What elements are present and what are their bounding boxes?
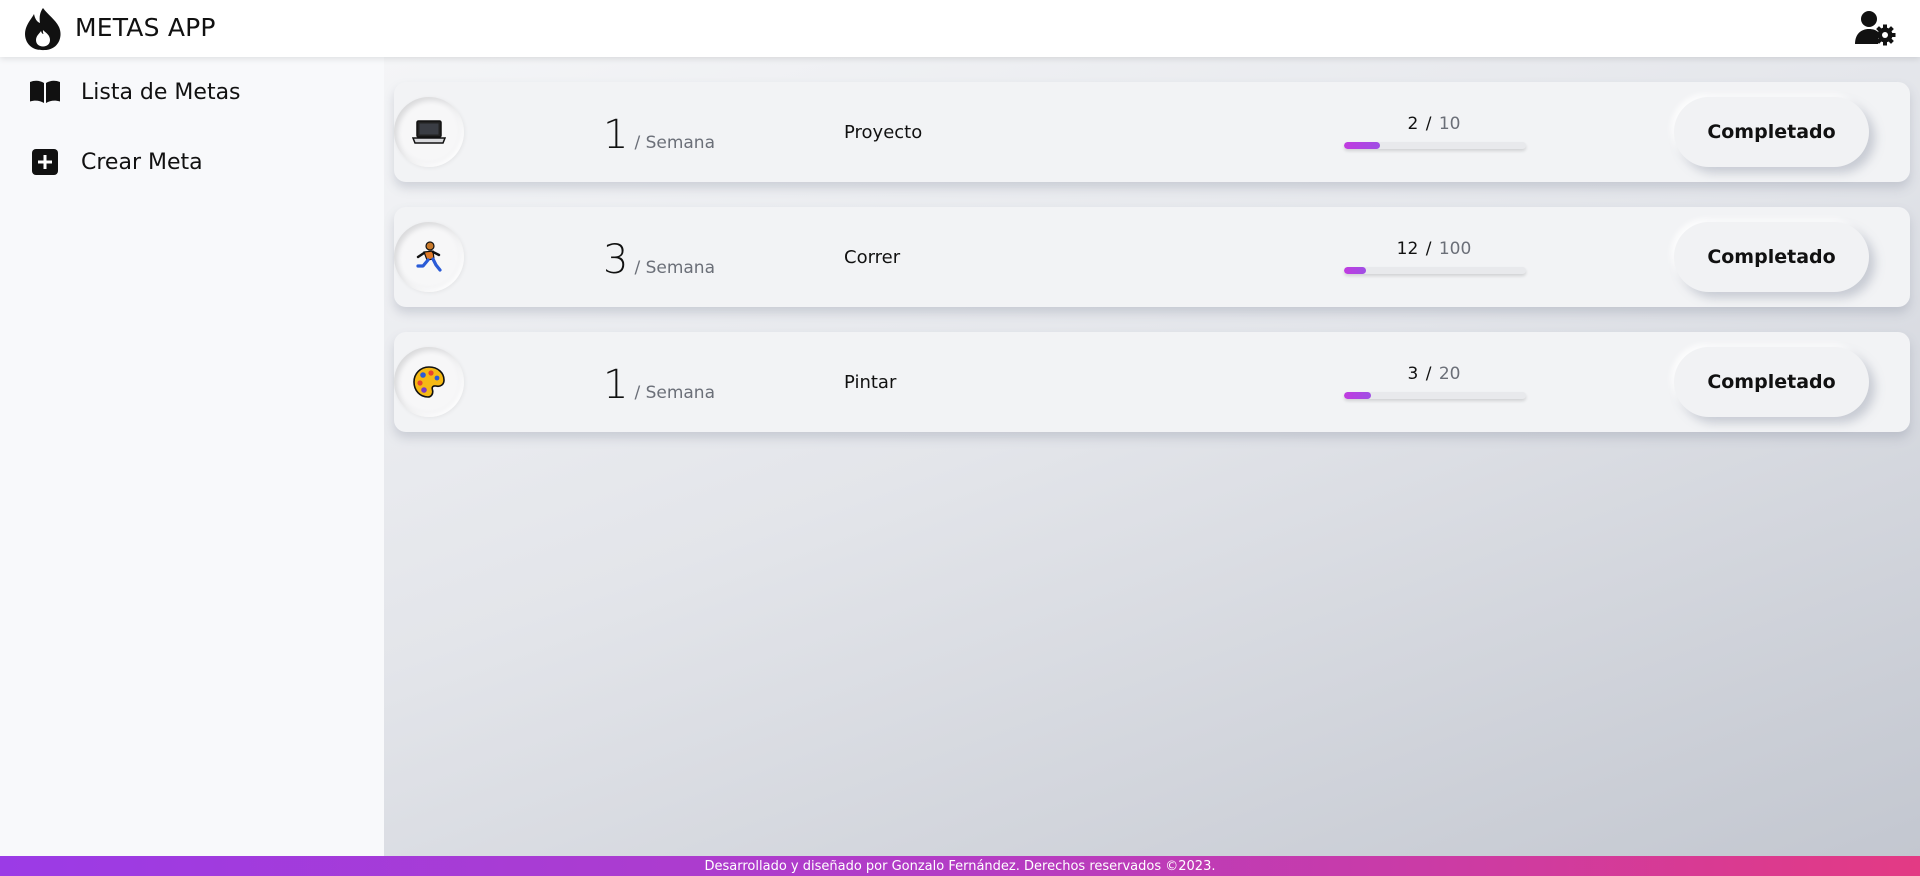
goal-card: 1 / Semana Proyecto 2 / 10 Completado: [394, 82, 1910, 182]
progress-target: 100: [1438, 239, 1472, 259]
sidebar-item-lista-de-metas[interactable]: Lista de Metas: [28, 72, 241, 112]
progress-target: 10: [1438, 114, 1461, 134]
goal-progress: 2 / 10: [1344, 114, 1528, 149]
plus-square-icon: [28, 147, 62, 177]
goals-list: 1 / Semana Proyecto 2 / 10 Completado 3 …: [384, 57, 1920, 856]
goal-name: Proyecto: [844, 122, 923, 143]
progress-target: 20: [1438, 364, 1461, 384]
complete-button[interactable]: Completado: [1674, 97, 1869, 167]
frequency-number: 1: [603, 362, 629, 408]
progress-text: 3 / 20: [1344, 364, 1524, 384]
progress-separator: /: [1425, 114, 1432, 134]
goal-card: 1 / Semana Pintar 3 / 20 Completado: [394, 332, 1910, 432]
footer-text: Desarrollado y diseñado por Gonzalo Fern…: [704, 858, 1216, 874]
progress-completed: 3: [1407, 364, 1419, 384]
goal-frequency: 3 / Semana: [603, 237, 715, 283]
frequency-number: 3: [603, 237, 629, 283]
progress-bar: [1344, 267, 1526, 274]
goal-progress: 3 / 20: [1344, 364, 1528, 399]
frequency-number: 1: [603, 112, 629, 158]
progress-fill: [1344, 392, 1372, 399]
progress-fill: [1344, 267, 1366, 274]
goal-frequency: 1 / Semana: [603, 112, 715, 158]
progress-completed: 12: [1396, 239, 1419, 259]
progress-fill: [1344, 142, 1381, 149]
flame-icon[interactable]: [22, 6, 64, 51]
progress-separator: /: [1425, 239, 1432, 259]
goal-name: Pintar: [844, 372, 897, 393]
complete-button[interactable]: Completado: [1674, 347, 1869, 417]
app-title: METAS APP: [75, 13, 216, 42]
frequency-period: / Semana: [634, 258, 716, 278]
user-settings-icon[interactable]: [1854, 10, 1896, 46]
goal-card: 3 / Semana Correr 12 / 100 Completado: [394, 207, 1910, 307]
progress-text: 12 / 100: [1344, 239, 1524, 259]
palette-icon: [394, 347, 464, 417]
sidebar-item-crear-meta[interactable]: Crear Meta: [28, 142, 203, 182]
frequency-period: / Semana: [634, 383, 716, 403]
goal-progress: 12 / 100: [1344, 239, 1528, 274]
sidebar-item-label: Crear Meta: [81, 149, 203, 175]
runner-icon: [394, 222, 464, 292]
sidebar-item-label: Lista de Metas: [81, 79, 241, 105]
frequency-period: / Semana: [634, 133, 716, 153]
book-open-icon: [28, 77, 62, 107]
goal-name: Correr: [844, 247, 901, 268]
app-header: METAS APP: [0, 0, 1920, 57]
goal-frequency: 1 / Semana: [603, 362, 715, 408]
complete-button[interactable]: Completado: [1674, 222, 1869, 292]
footer: Desarrollado y diseñado por Gonzalo Fern…: [0, 856, 1920, 876]
progress-text: 2 / 10: [1344, 114, 1524, 134]
progress-completed: 2: [1407, 114, 1419, 134]
progress-bar: [1344, 142, 1526, 149]
progress-bar: [1344, 392, 1526, 399]
sidebar: Lista de Metas Crear Meta: [0, 57, 384, 856]
laptop-icon: [394, 97, 464, 167]
progress-separator: /: [1425, 364, 1432, 384]
